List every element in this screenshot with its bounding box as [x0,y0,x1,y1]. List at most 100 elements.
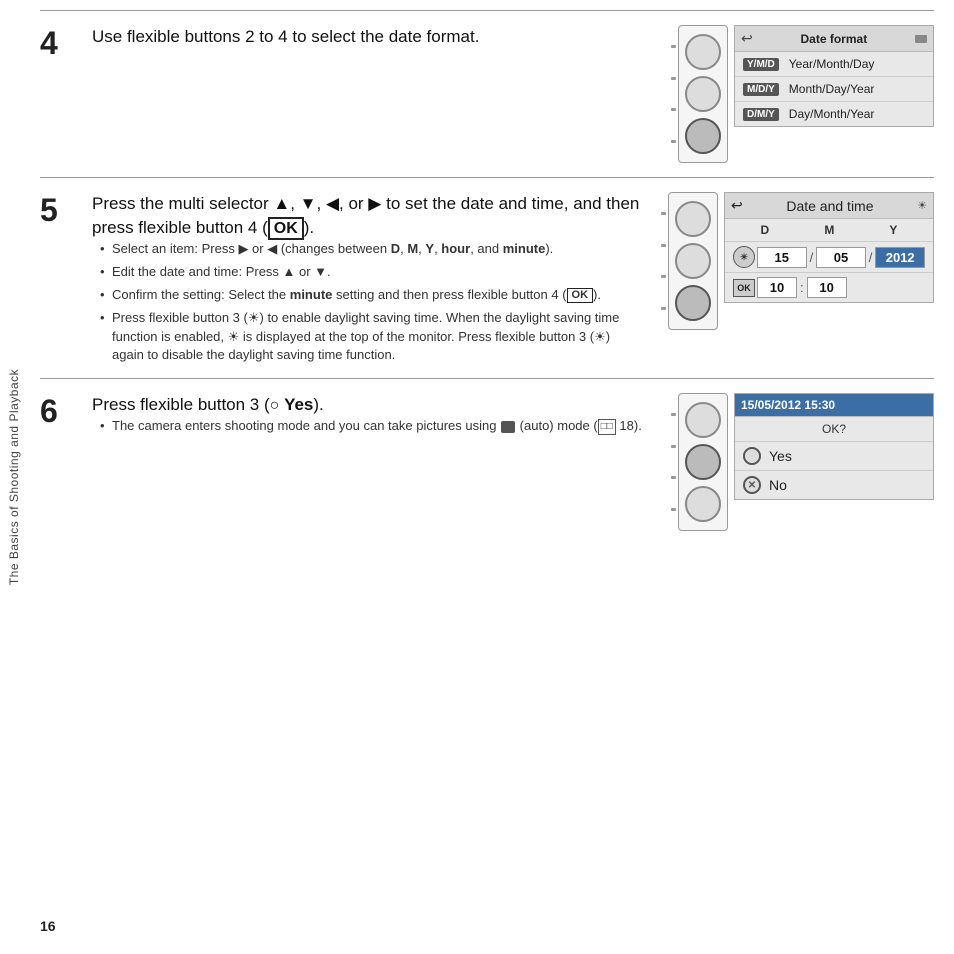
minute-value: 10 [807,277,847,298]
section-4: 4 Use flexible buttons 2 to 4 to select … [40,10,934,177]
cam-round-btn-5-2 [675,243,711,279]
cam-round-btn-5-1 [675,201,711,237]
sidebar-text: The Basics of Shooting and Playback [7,369,21,585]
section-6: 6 Press flexible button 3 (○ Yes). The c… [40,378,934,545]
section-5-right: ↩ Date and time ☀ D M Y ☀ 15 / [661,192,934,330]
tag-dmy: D/M/Y [743,108,779,121]
ok-button[interactable]: OK [733,279,755,297]
m-label: M [824,223,834,237]
section-5-number: 5 [40,194,76,226]
confirm-header: 15/05/2012 15:30 [735,394,933,417]
slash-1: / [809,250,815,265]
main-content: 4 Use flexible buttons 2 to 4 to select … [40,10,934,914]
yes-circle-icon [743,447,761,465]
day-value: 15 [757,247,807,268]
label-mdy: Month/Day/Year [789,82,875,96]
bullet-6-1: The camera enters shooting mode and you … [100,417,655,435]
y-label: Y [889,223,897,237]
tag-mdy: M/D/Y [743,83,779,96]
cam-buttons-col-4 [678,25,728,163]
side-line [671,45,676,48]
back-arrow-icon: ↩ [741,30,753,47]
date-value-row: ☀ 15 / 05 / 2012 [725,242,933,273]
date-format-screen: ↩ Date format Y/M/D Year/Month/Day M/D/Y… [734,25,934,127]
colon: : [799,280,805,295]
date-option-mdy: M/D/Y Month/Day/Year [735,77,933,102]
date-option-dmy: D/M/Y Day/Month/Year [735,102,933,126]
d-label: D [761,223,770,237]
no-label: No [769,477,787,493]
cam-round-btn-1 [685,34,721,70]
bullet-5-4: Press flexible button 3 (☀) to enable da… [100,309,645,364]
yes-label: Yes [769,448,792,464]
sidebar: The Basics of Shooting and Playback [0,0,28,954]
camera-device-6 [671,393,728,531]
no-x-icon: ✕ [743,476,761,494]
side-line [671,140,676,143]
cam-round-btn-2 [685,76,721,112]
year-value: 2012 [875,247,925,268]
cam-side-lines-6 [671,393,676,531]
month-value: 05 [816,247,866,268]
page: The Basics of Shooting and Playback 16 4… [0,0,954,954]
cam-side-lines-4 [671,25,676,163]
bullet-5-1: Select an item: Press ▶ or ◀ (changes be… [100,240,645,258]
camera-device-5 [661,192,718,330]
time-value-row: OK 10 : 10 [725,273,933,302]
dst-button-left[interactable]: ☀ [733,246,755,268]
section-4-left: Use flexible buttons 2 to 4 to select th… [92,25,655,49]
camera-inline-icon [501,421,515,433]
side-line [661,212,666,215]
mini-icon [915,35,927,43]
bullet-5-2: Edit the date and time: Press ▲ or ▼. [100,263,645,281]
datetime-screen: ↩ Date and time ☀ D M Y ☀ 15 / [724,192,934,303]
label-dmy: Day/Month/Year [789,107,875,121]
cam-round-btn-6-1 [685,402,721,438]
section-4-number: 4 [40,27,76,59]
side-line [671,476,676,479]
dmy-labels-row: D M Y [725,219,933,242]
confirm-screen: 15/05/2012 15:30 OK? Yes ✕ No [734,393,934,500]
dt-header: ↩ Date and time ☀ [725,193,933,219]
camera-device-4 [671,25,728,163]
section-6-title: Press flexible button 3 (○ Yes). [92,393,655,417]
ok-box-5b: OK [567,288,594,303]
side-line [671,445,676,448]
cam-buttons-col-5 [668,192,718,330]
side-line [661,307,666,310]
cam-round-btn-5-3 [675,285,711,321]
slash-2: / [868,250,874,265]
confirm-date-display: 15/05/2012 15:30 [741,398,835,412]
cam-round-btn-6-2 [685,444,721,480]
dt-back-icon: ↩ [731,197,743,214]
section-5: 5 Press the multi selector ▲, ▼, ◀, or ▶… [40,177,934,378]
date-format-title: Date format [801,32,868,46]
dst-icon: ☀ [917,199,927,212]
section-4-title: Use flexible buttons 2 to 4 to select th… [92,25,655,49]
section-4-row: Use flexible buttons 2 to 4 to select th… [92,25,934,163]
section-5-title: Press the multi selector ▲, ▼, ◀, or ▶ t… [92,192,645,240]
date-option-ymd: Y/M/D Year/Month/Day [735,52,933,77]
section-5-left: Press the multi selector ▲, ▼, ◀, or ▶ t… [92,192,645,364]
cam-round-btn-3 [685,118,721,154]
side-line [671,77,676,80]
section-6-number: 6 [40,395,76,427]
section-5-row: Press the multi selector ▲, ▼, ◀, or ▶ t… [92,192,934,364]
cam-buttons-col-6 [678,393,728,531]
ref-box: □□ [598,419,616,435]
side-line [671,108,676,111]
section-6-right: 15/05/2012 15:30 OK? Yes ✕ No [671,393,934,531]
bullet-5-3: Confirm the setting: Select the minute s… [100,286,645,304]
side-line [671,508,676,511]
hour-value: 10 [757,277,797,298]
datetime-title: Date and time [786,198,873,214]
screen-header-4: ↩ Date format [735,26,933,52]
confirm-question: OK? [735,417,933,442]
tag-ymd: Y/M/D [743,58,779,71]
bullet-list-6: The camera enters shooting mode and you … [92,417,655,435]
section-4-right: ↩ Date format Y/M/D Year/Month/Day M/D/Y… [671,25,934,163]
confirm-no-option: ✕ No [735,471,933,499]
confirm-yes-option: Yes [735,442,933,471]
page-number: 16 [40,918,56,934]
side-line [671,413,676,416]
